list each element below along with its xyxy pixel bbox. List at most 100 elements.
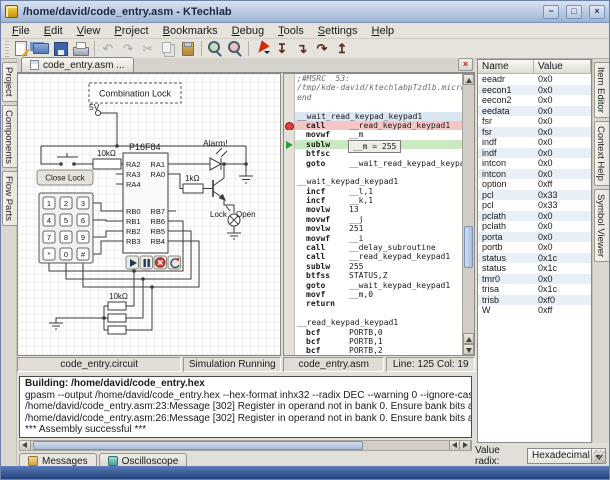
breakpoint-gutter[interactable] [284, 112, 295, 121]
code-line[interactable]: incf__k,1 [284, 196, 462, 205]
step-icon[interactable]: ↴ [293, 40, 311, 58]
breakpoint-gutter[interactable] [284, 130, 295, 139]
code-line[interactable]: ;#MSRC 53: [284, 74, 462, 83]
breakpoint-gutter[interactable] [284, 346, 295, 355]
scroll-up-arrow[interactable] [463, 74, 474, 85]
scroll-down-arrow[interactable] [463, 344, 474, 355]
scrollbar-thumb[interactable] [33, 441, 363, 450]
zoom-out-icon[interactable] [226, 40, 244, 58]
code-line[interactable] [284, 309, 462, 318]
keypad-key[interactable]: 1 [47, 199, 51, 208]
menu-item[interactable]: File [5, 24, 37, 38]
step-over-icon[interactable]: ↷ [313, 40, 331, 58]
breakpoint-gutter[interactable] [284, 74, 295, 83]
code-line[interactable]: __wait_read_keypad_keypad1 [284, 112, 462, 121]
cut-icon[interactable]: ✂ [139, 40, 157, 58]
titlebar[interactable]: /home/david/code_entry.asm - KTechlab − … [1, 1, 609, 23]
tab-code-entry-asm[interactable]: code_entry.asm ... [21, 57, 134, 72]
code-editor[interactable]: ;#MSRC 53: /tmp/kde-david/ktechlabpTzdlb… [283, 73, 475, 356]
code-line[interactable] [284, 102, 462, 111]
scroll-left-arrow[interactable] [20, 441, 31, 450]
keypad-key[interactable]: 7 [47, 233, 51, 242]
menu-item[interactable]: Tools [271, 24, 311, 38]
scroll-left-arrow[interactable] [449, 441, 460, 450]
register-row[interactable]: eecon2 0x0 [478, 95, 591, 106]
code-line[interactable]: call__delay_subroutine [284, 243, 462, 252]
keypad-key[interactable]: 0 [64, 250, 68, 259]
breakpoint-gutter[interactable] [284, 93, 295, 102]
menu-item[interactable]: Project [107, 24, 155, 38]
code-line[interactable]: movwf__m [284, 130, 462, 139]
code-line[interactable]: movlw13 [284, 205, 462, 214]
code-line[interactable]: goto__wait_keypad_keypad1 [284, 281, 462, 290]
register-row[interactable]: portb 0x0 [478, 242, 591, 253]
breakpoint-gutter[interactable] [284, 309, 295, 318]
breakpoint-gutter[interactable] [284, 243, 295, 252]
breakpoint-gutter[interactable] [284, 271, 295, 280]
breakpoint-gutter[interactable] [284, 177, 295, 186]
breakpoint-gutter[interactable] [284, 337, 295, 346]
circuit-canvas[interactable]: Combination Lock 5V 10kΩ P16F84 Alarm! 1… [18, 74, 280, 355]
keypad-key[interactable]: 9 [81, 233, 85, 242]
pause-button[interactable] [140, 256, 153, 269]
register-row[interactable]: fsr 0x0 [478, 127, 591, 138]
breakpoint-gutter[interactable] [284, 234, 295, 243]
register-row[interactable]: indf 0x0 [478, 137, 591, 148]
register-row[interactable]: indf 0x0 [478, 148, 591, 159]
dock-tab[interactable]: Context Help [594, 121, 610, 186]
breakpoint-gutter[interactable] [284, 187, 295, 196]
register-row[interactable]: fsr 0x0 [478, 116, 591, 127]
maximize-button[interactable]: □ [566, 5, 582, 19]
register-row[interactable]: status 0x1c [478, 253, 591, 264]
save-icon[interactable] [52, 40, 70, 58]
menu-item[interactable]: Debug [225, 24, 271, 38]
value-column-header[interactable]: Value [534, 60, 591, 74]
resize-grip[interactable] [594, 450, 607, 463]
breakpoint-gutter[interactable] [284, 149, 295, 158]
code-vertical-scrollbar[interactable] [462, 74, 474, 355]
breakpoint-gutter[interactable] [284, 252, 295, 261]
breakpoint-gutter[interactable] [284, 196, 295, 205]
interrupt-icon[interactable]: ↧ [273, 40, 291, 58]
menu-item[interactable]: Settings [311, 24, 365, 38]
code-line[interactable]: return [284, 299, 462, 308]
register-row[interactable]: eedata 0x0 [478, 106, 591, 117]
print-icon[interactable] [72, 40, 90, 58]
toolbar-handle[interactable] [5, 41, 9, 57]
register-row[interactable]: trisb 0xf0 [478, 295, 591, 306]
menu-item[interactable]: Help [365, 24, 402, 38]
scroll-up-arrow[interactable] [463, 333, 474, 344]
undo-icon[interactable]: ↶ [99, 40, 117, 58]
keypad-key[interactable]: 4 [47, 216, 51, 225]
register-row[interactable]: pclath 0x0 [478, 221, 591, 232]
register-row[interactable]: intcon 0x0 [478, 158, 591, 169]
keypad-key[interactable]: * [48, 250, 51, 259]
register-row[interactable]: pclath 0x0 [478, 211, 591, 222]
close-view-button[interactable]: × [458, 58, 473, 71]
code-line[interactable]: movlw251 [284, 224, 462, 233]
register-row[interactable]: pcl 0x33 [478, 190, 591, 201]
breakpoint-gutter[interactable] [284, 290, 295, 299]
breakpoint-gutter[interactable] [284, 83, 295, 92]
keypad-key[interactable]: 2 [64, 199, 68, 208]
breakpoint-gutter[interactable] [284, 102, 295, 111]
code-line[interactable]: movwf__i [284, 234, 462, 243]
code-line[interactable]: end [284, 93, 462, 102]
zoom-in-icon[interactable] [206, 40, 224, 58]
register-row[interactable]: trisa 0x1c [478, 284, 591, 295]
menu-item[interactable]: Bookmarks [156, 24, 225, 38]
breakpoint-gutter[interactable] [284, 168, 295, 177]
code-line[interactable]: bcfPORTB,0 [284, 328, 462, 337]
code-line[interactable]: call__read_keypad_keypad1 [284, 121, 462, 130]
run-icon[interactable] [253, 40, 271, 58]
breakpoint-gutter[interactable] [284, 299, 295, 308]
copy-icon[interactable] [159, 40, 177, 58]
code-line[interactable] [284, 168, 462, 177]
code-line[interactable]: sublw255 [284, 262, 462, 271]
code-line[interactable]: bcfPORTB,1 [284, 337, 462, 346]
breakpoint-gutter[interactable] [284, 281, 295, 290]
register-row[interactable]: porta 0x0 [478, 232, 591, 243]
register-row[interactable]: W 0xff [478, 305, 591, 316]
code-line[interactable]: btfssSTATUS,Z [284, 271, 462, 280]
menu-item[interactable]: Edit [37, 24, 70, 38]
